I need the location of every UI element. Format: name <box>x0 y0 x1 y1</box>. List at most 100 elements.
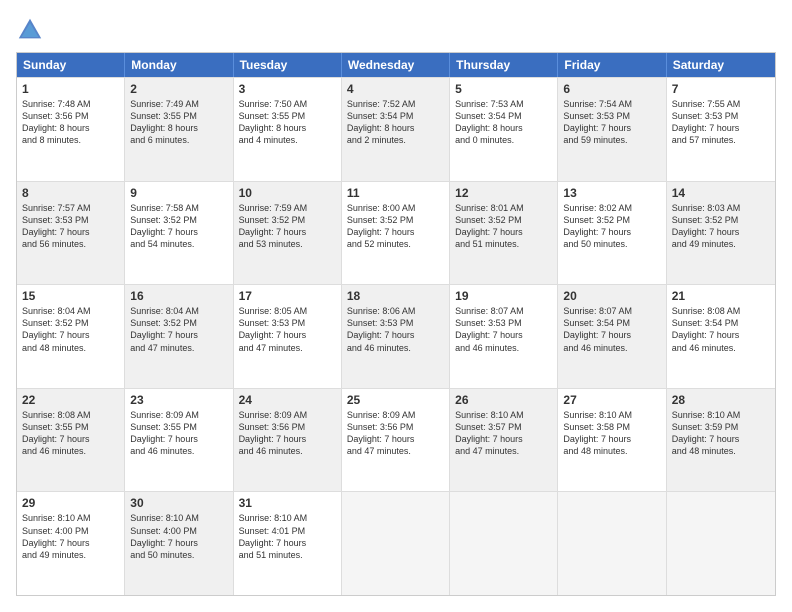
day-number: 20 <box>563 289 660 303</box>
calendar-cell: 27 Sunrise: 8:10 AM Sunset: 3:58 PM Dayli… <box>558 389 666 492</box>
cell-sun-data: Sunrise: 7:52 AM Sunset: 3:54 PM Dayligh… <box>347 98 444 147</box>
calendar-week-4: 22 Sunrise: 8:08 AM Sunset: 3:55 PM Dayli… <box>17 388 775 492</box>
day-number: 13 <box>563 186 660 200</box>
calendar-cell: 13 Sunrise: 8:02 AM Sunset: 3:52 PM Dayli… <box>558 182 666 285</box>
cell-sun-data: Sunrise: 8:09 AM Sunset: 3:56 PM Dayligh… <box>239 409 336 458</box>
calendar-cell: 14 Sunrise: 8:03 AM Sunset: 3:52 PM Dayli… <box>667 182 775 285</box>
logo <box>16 16 48 44</box>
header-day-thursday: Thursday <box>450 53 558 77</box>
cell-sun-data: Sunrise: 7:59 AM Sunset: 3:52 PM Dayligh… <box>239 202 336 251</box>
calendar-cell: 7Sunrise: 7:55 AM Sunset: 3:53 PM Daylig… <box>667 78 775 181</box>
day-number: 19 <box>455 289 552 303</box>
calendar-cell: 23 Sunrise: 8:09 AM Sunset: 3:55 PM Dayli… <box>125 389 233 492</box>
day-number: 18 <box>347 289 444 303</box>
cell-sun-data: Sunrise: 7:57 AM Sunset: 3:53 PM Dayligh… <box>22 202 119 251</box>
day-number: 12 <box>455 186 552 200</box>
cell-sun-data: Sunrise: 8:05 AM Sunset: 3:53 PM Dayligh… <box>239 305 336 354</box>
cell-sun-data: Sunrise: 8:10 AM Sunset: 4:01 PM Dayligh… <box>239 512 336 561</box>
calendar-cell: 10 Sunrise: 7:59 AM Sunset: 3:52 PM Dayli… <box>234 182 342 285</box>
calendar-body: 1 Sunrise: 7:48 AM Sunset: 3:56 PM Daylig… <box>17 77 775 595</box>
cell-sun-data: Sunrise: 8:07 AM Sunset: 3:54 PM Dayligh… <box>563 305 660 354</box>
calendar-cell: 15Sunrise: 8:04 AM Sunset: 3:52 PM Dayli… <box>17 285 125 388</box>
calendar-cell: 19 Sunrise: 8:07 AM Sunset: 3:53 PM Dayli… <box>450 285 558 388</box>
day-number: 26 <box>455 393 552 407</box>
day-number: 6 <box>563 82 660 96</box>
header-day-tuesday: Tuesday <box>234 53 342 77</box>
calendar-cell: 1 Sunrise: 7:48 AM Sunset: 3:56 PM Daylig… <box>17 78 125 181</box>
calendar-week-5: 29 Sunrise: 8:10 AM Sunset: 4:00 PM Dayli… <box>17 491 775 595</box>
calendar-cell: 8Sunrise: 7:57 AM Sunset: 3:53 PM Daylig… <box>17 182 125 285</box>
calendar-cell: 22 Sunrise: 8:08 AM Sunset: 3:55 PM Dayli… <box>17 389 125 492</box>
day-number: 31 <box>239 496 336 510</box>
day-number: 27 <box>563 393 660 407</box>
calendar-cell: 5Sunrise: 7:53 AM Sunset: 3:54 PM Daylig… <box>450 78 558 181</box>
calendar-cell <box>450 492 558 595</box>
cell-sun-data: Sunrise: 8:10 AM Sunset: 4:00 PM Dayligh… <box>22 512 119 561</box>
cell-sun-data: Sunrise: 8:10 AM Sunset: 3:59 PM Dayligh… <box>672 409 770 458</box>
cell-sun-data: Sunrise: 7:54 AM Sunset: 3:53 PM Dayligh… <box>563 98 660 147</box>
calendar-cell: 29 Sunrise: 8:10 AM Sunset: 4:00 PM Dayli… <box>17 492 125 595</box>
cell-sun-data: Sunrise: 8:02 AM Sunset: 3:52 PM Dayligh… <box>563 202 660 251</box>
header-day-wednesday: Wednesday <box>342 53 450 77</box>
page: SundayMondayTuesdayWednesdayThursdayFrid… <box>0 0 792 612</box>
day-number: 3 <box>239 82 336 96</box>
calendar-cell <box>342 492 450 595</box>
day-number: 9 <box>130 186 227 200</box>
calendar-cell: 18 Sunrise: 8:06 AM Sunset: 3:53 PM Dayli… <box>342 285 450 388</box>
day-number: 22 <box>22 393 119 407</box>
day-number: 14 <box>672 186 770 200</box>
calendar-cell: 20 Sunrise: 8:07 AM Sunset: 3:54 PM Dayli… <box>558 285 666 388</box>
calendar-cell: 31 Sunrise: 8:10 AM Sunset: 4:01 PM Dayli… <box>234 492 342 595</box>
day-number: 1 <box>22 82 119 96</box>
calendar-cell: 4Sunrise: 7:52 AM Sunset: 3:54 PM Daylig… <box>342 78 450 181</box>
day-number: 17 <box>239 289 336 303</box>
cell-sun-data: Sunrise: 8:06 AM Sunset: 3:53 PM Dayligh… <box>347 305 444 354</box>
day-number: 29 <box>22 496 119 510</box>
cell-sun-data: Sunrise: 8:08 AM Sunset: 3:55 PM Dayligh… <box>22 409 119 458</box>
cell-sun-data: Sunrise: 8:04 AM Sunset: 3:52 PM Dayligh… <box>22 305 119 354</box>
day-number: 24 <box>239 393 336 407</box>
calendar-week-3: 15Sunrise: 8:04 AM Sunset: 3:52 PM Dayli… <box>17 284 775 388</box>
calendar-cell: 6 Sunrise: 7:54 AM Sunset: 3:53 PM Daylig… <box>558 78 666 181</box>
cell-sun-data: Sunrise: 8:08 AM Sunset: 3:54 PM Dayligh… <box>672 305 770 354</box>
cell-sun-data: Sunrise: 7:49 AM Sunset: 3:55 PM Dayligh… <box>130 98 227 147</box>
calendar-cell <box>558 492 666 595</box>
day-number: 2 <box>130 82 227 96</box>
day-number: 10 <box>239 186 336 200</box>
calendar-week-1: 1 Sunrise: 7:48 AM Sunset: 3:56 PM Daylig… <box>17 77 775 181</box>
calendar-cell <box>667 492 775 595</box>
day-number: 30 <box>130 496 227 510</box>
calendar-week-2: 8Sunrise: 7:57 AM Sunset: 3:53 PM Daylig… <box>17 181 775 285</box>
calendar-cell: 9 Sunrise: 7:58 AM Sunset: 3:52 PM Daylig… <box>125 182 233 285</box>
header-day-sunday: Sunday <box>17 53 125 77</box>
day-number: 11 <box>347 186 444 200</box>
day-number: 16 <box>130 289 227 303</box>
cell-sun-data: Sunrise: 8:10 AM Sunset: 3:58 PM Dayligh… <box>563 409 660 458</box>
calendar-cell: 30 Sunrise: 8:10 AM Sunset: 4:00 PM Dayli… <box>125 492 233 595</box>
day-number: 28 <box>672 393 770 407</box>
cell-sun-data: Sunrise: 7:50 AM Sunset: 3:55 PM Dayligh… <box>239 98 336 147</box>
calendar-cell: 2 Sunrise: 7:49 AM Sunset: 3:55 PM Daylig… <box>125 78 233 181</box>
cell-sun-data: Sunrise: 7:48 AM Sunset: 3:56 PM Dayligh… <box>22 98 119 147</box>
day-number: 25 <box>347 393 444 407</box>
logo-icon <box>16 16 44 44</box>
calendar-cell: 16 Sunrise: 8:04 AM Sunset: 3:52 PM Dayli… <box>125 285 233 388</box>
cell-sun-data: Sunrise: 8:10 AM Sunset: 4:00 PM Dayligh… <box>130 512 227 561</box>
cell-sun-data: Sunrise: 8:03 AM Sunset: 3:52 PM Dayligh… <box>672 202 770 251</box>
day-number: 23 <box>130 393 227 407</box>
cell-sun-data: Sunrise: 7:55 AM Sunset: 3:53 PM Dayligh… <box>672 98 770 147</box>
day-number: 21 <box>672 289 770 303</box>
header-day-monday: Monday <box>125 53 233 77</box>
calendar-cell: 12Sunrise: 8:01 AM Sunset: 3:52 PM Dayli… <box>450 182 558 285</box>
calendar-header: SundayMondayTuesdayWednesdayThursdayFrid… <box>17 53 775 77</box>
header-day-friday: Friday <box>558 53 666 77</box>
cell-sun-data: Sunrise: 8:07 AM Sunset: 3:53 PM Dayligh… <box>455 305 552 354</box>
cell-sun-data: Sunrise: 8:09 AM Sunset: 3:56 PM Dayligh… <box>347 409 444 458</box>
cell-sun-data: Sunrise: 8:04 AM Sunset: 3:52 PM Dayligh… <box>130 305 227 354</box>
cell-sun-data: Sunrise: 8:09 AM Sunset: 3:55 PM Dayligh… <box>130 409 227 458</box>
calendar-cell: 21 Sunrise: 8:08 AM Sunset: 3:54 PM Dayli… <box>667 285 775 388</box>
header <box>16 16 776 44</box>
cell-sun-data: Sunrise: 8:00 AM Sunset: 3:52 PM Dayligh… <box>347 202 444 251</box>
cell-sun-data: Sunrise: 7:58 AM Sunset: 3:52 PM Dayligh… <box>130 202 227 251</box>
cell-sun-data: Sunrise: 7:53 AM Sunset: 3:54 PM Dayligh… <box>455 98 552 147</box>
